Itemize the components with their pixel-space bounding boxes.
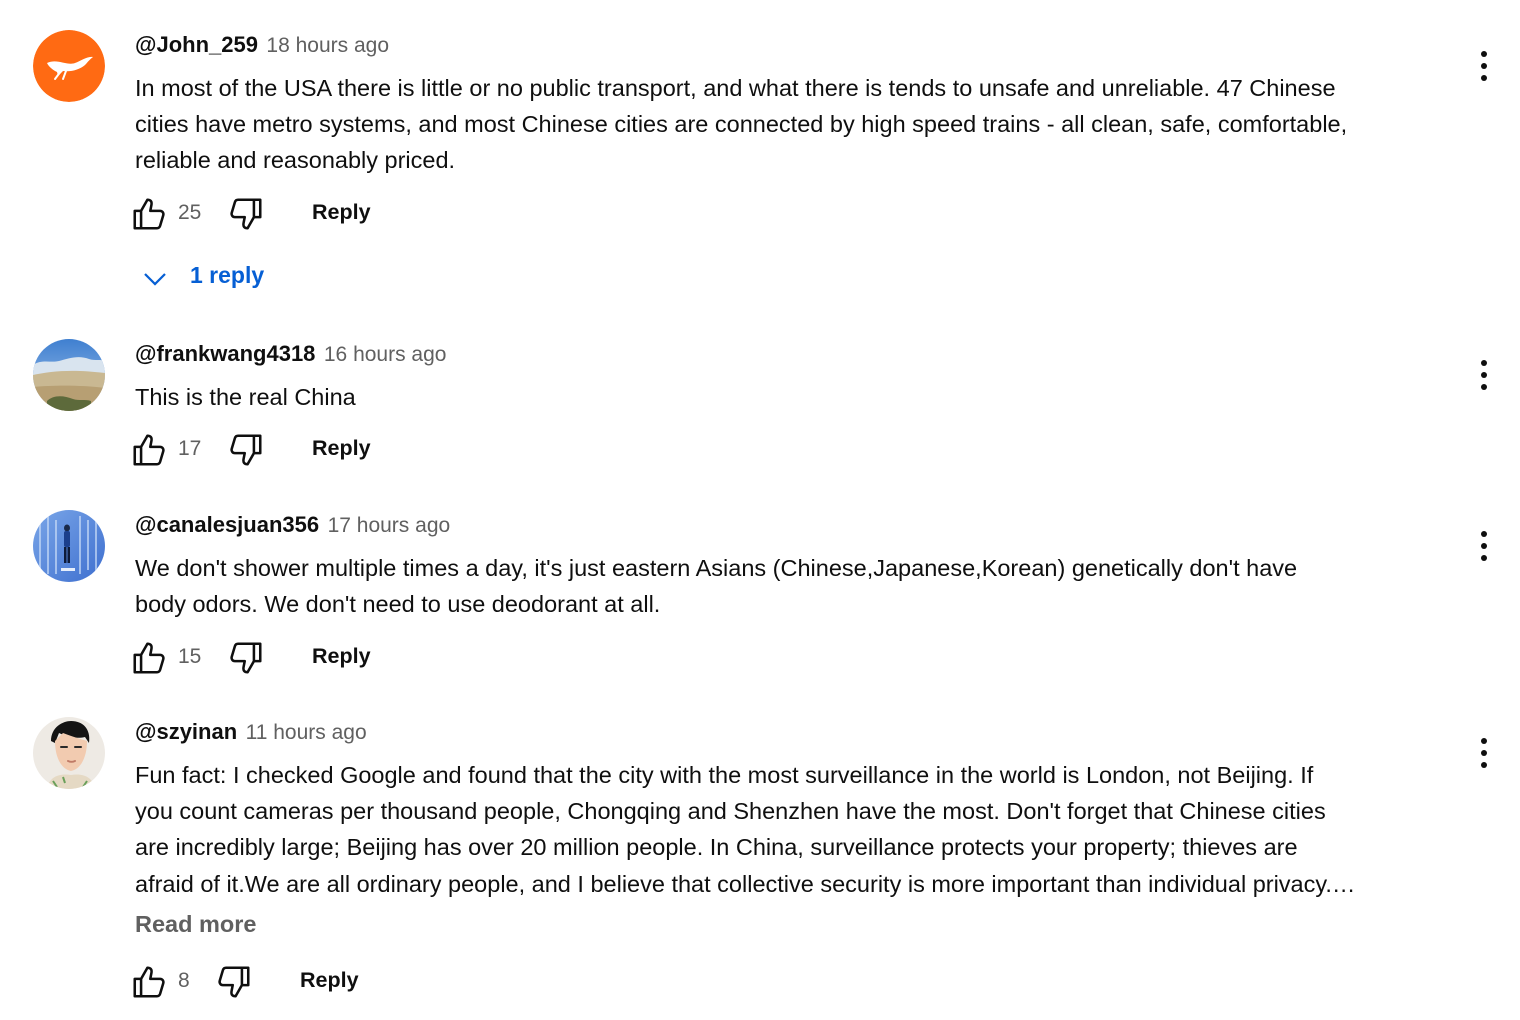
comment-header: @szyinan 11 hours ago	[135, 717, 367, 750]
chevron-down-icon	[144, 273, 166, 286]
comment-author[interactable]: @szyinan	[135, 719, 237, 744]
like-button[interactable]	[130, 195, 168, 233]
thumbs-down-icon	[230, 198, 262, 230]
read-more-button[interactable]: Read more	[135, 911, 256, 938]
reply-button[interactable]: Reply	[312, 200, 371, 225]
blue-photo-icon	[33, 510, 105, 582]
comment-text-line: reliable and reasonably priced.	[135, 147, 456, 174]
comment-text-line: cities have metro systems, and most Chin…	[135, 111, 1348, 138]
comment-author[interactable]: @frankwang4318	[135, 341, 315, 366]
comment-action-menu-button[interactable]	[1464, 526, 1504, 566]
comment-author[interactable]: @John_259	[135, 32, 258, 57]
comment-header: @canalesjuan356 17 hours ago	[135, 510, 450, 543]
avatar[interactable]	[33, 339, 105, 411]
comment-text-line: are incredibly large; Beijing has over 2…	[135, 834, 1298, 861]
comment-timestamp[interactable]: 18 hours ago	[266, 34, 389, 57]
thumbs-up-icon	[133, 198, 165, 230]
comment-text-line: afraid of it.We are all ordinary people,…	[135, 870, 1356, 897]
bird-logo-icon	[33, 30, 105, 102]
comment-text-line: We don't shower multiple times a day, it…	[135, 555, 1298, 581]
like-button[interactable]	[130, 431, 168, 469]
thumbs-down-icon	[230, 642, 262, 674]
thumbs-down-icon	[218, 966, 250, 998]
more-vertical-icon	[1481, 531, 1487, 561]
reply-button[interactable]: Reply	[300, 968, 359, 993]
reply-button[interactable]: Reply	[312, 644, 371, 669]
like-count: 25	[178, 201, 202, 224]
like-button[interactable]	[130, 639, 168, 677]
dislike-button[interactable]	[227, 639, 265, 677]
comment-text-line: you count cameras per thousand people, C…	[135, 798, 1326, 825]
reply-button[interactable]: Reply	[312, 436, 371, 461]
landscape-photo-icon	[33, 339, 105, 411]
comment-actions: 15 Reply	[130, 639, 530, 679]
like-count: 8	[178, 969, 190, 992]
comment-actions: 8 Reply	[130, 963, 530, 1003]
dislike-button[interactable]	[227, 431, 265, 469]
comment-header: @John_259 18 hours ago	[135, 30, 389, 63]
comment-timestamp[interactable]: 11 hours ago	[246, 721, 367, 744]
like-button[interactable]	[130, 963, 168, 1001]
avatar[interactable]	[33, 717, 105, 789]
thumbs-up-icon	[133, 966, 165, 998]
portrait-drawing-icon	[33, 717, 105, 789]
comment-author[interactable]: @canalesjuan356	[135, 512, 319, 537]
comment-text-line: This is the real China	[135, 384, 356, 410]
replies-count-label: 1 reply	[190, 262, 265, 288]
comment-header: @frankwang4318 16 hours ago	[135, 339, 446, 372]
like-count: 15	[178, 645, 202, 668]
comment-text-line: body odors. We don't need to use deodora…	[135, 591, 661, 618]
comment-text-line: Fun fact: I checked Google and found tha…	[135, 762, 1314, 788]
avatar[interactable]	[33, 510, 105, 582]
comment-text: This is the real China	[135, 379, 1455, 415]
comment-text: We don't shower multiple times a day, it…	[135, 550, 1455, 622]
thumbs-up-icon	[133, 642, 165, 674]
dislike-button[interactable]	[215, 963, 253, 1001]
like-count: 17	[178, 437, 202, 460]
thumbs-up-icon	[133, 434, 165, 466]
more-vertical-icon	[1481, 738, 1487, 768]
comment-text-line: In most of the USA there is little or no…	[135, 75, 1336, 101]
avatar[interactable]	[33, 30, 105, 102]
comment-actions: 25 Reply	[130, 195, 530, 235]
thumbs-down-icon	[230, 434, 262, 466]
comment-text: In most of the USA there is little or no…	[135, 70, 1455, 179]
more-vertical-icon	[1481, 360, 1487, 390]
comment-action-menu-button[interactable]	[1464, 355, 1504, 395]
comment-timestamp[interactable]: 17 hours ago	[328, 514, 451, 537]
comment-actions: 17 Reply	[130, 431, 530, 471]
comment-timestamp[interactable]: 16 hours ago	[324, 343, 447, 366]
comment-text: Fun fact: I checked Google and found tha…	[135, 757, 1455, 902]
more-vertical-icon	[1481, 51, 1487, 81]
comment-action-menu-button[interactable]	[1464, 733, 1504, 773]
comment-action-menu-button[interactable]	[1464, 46, 1504, 86]
dislike-button[interactable]	[227, 195, 265, 233]
